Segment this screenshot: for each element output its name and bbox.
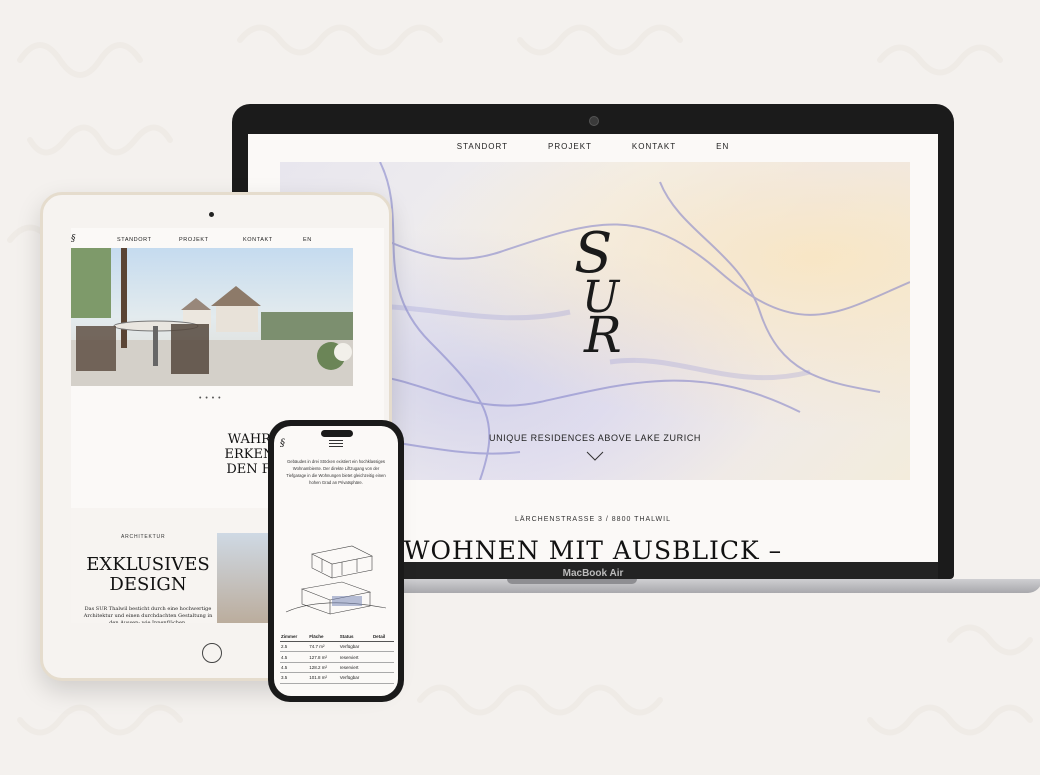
phone-body-text: Gebäudes in drei Stöcken existiert ein h… [286,459,386,485]
nav-language-en[interactable]: EN [303,237,312,243]
cell-status: Verfügbar [338,672,372,684]
cell-detail[interactable] [371,662,394,674]
col-status: Status [338,632,372,642]
nav-kontakt[interactable]: KONTAKT [632,142,676,151]
svg-text:R: R [583,306,622,360]
phone-logo[interactable]: § [280,438,285,449]
phone-notch [321,430,353,437]
tablet-camera [209,212,214,217]
section-title: EXKLUSIVES DESIGN [79,555,217,595]
table-row[interactable]: 2.5 74.7 m² Verfügbar [280,641,394,653]
cell-flaeche: 127.8 m² [308,651,339,663]
section-title-line-1: EXKLUSIVES [86,554,210,575]
chevron-down-icon[interactable] [586,451,604,461]
col-zimmer: Zimmer [280,632,309,642]
phone-screen: § Gebäudes in drei Stöcken existiert ein… [274,426,398,696]
tablet-logo[interactable]: § [71,234,76,244]
cell-zimmer: 4.5 [280,651,309,663]
building-sketch [285,545,387,615]
laptop-nav: STANDORT PROJEKT KONTAKT EN [248,142,938,151]
nav-projekt[interactable]: PROJEKT [179,237,209,243]
cell-flaeche: 101.8 m² [308,672,339,684]
cell-detail[interactable] [371,641,394,653]
apartment-table: Zimmer Fläche Status Detail 2.5 74.7 m² … [280,632,394,684]
section-body: Das SUR Thalwil besticht durch eine hoch… [83,606,213,623]
table-row[interactable]: 4.5 128.2 m² reserviert [280,662,394,674]
sur-logo: S U R [574,221,622,360]
laptop-notch [507,579,637,584]
cell-detail[interactable] [371,651,394,663]
table-row[interactable]: 4.5 127.8 m² reserviert [280,651,394,663]
terrace-illustration [71,248,353,386]
col-flaeche: Fläche [308,632,339,642]
cell-status: reserviert [338,662,372,674]
cell-detail[interactable] [371,672,394,684]
cell-flaeche: 128.2 m² [308,662,339,674]
table-header-row: Zimmer Fläche Status Detail [280,632,394,642]
nav-language-en[interactable]: EN [716,142,729,151]
nav-projekt[interactable]: PROJEKT [548,142,592,151]
nav-standort[interactable]: STANDORT [117,237,152,243]
terrace-photo [71,248,353,386]
home-button[interactable] [202,643,222,663]
cell-zimmer: 3.5 [280,672,309,684]
cell-status: reserviert [338,651,372,663]
cell-zimmer: 4.5 [280,662,309,674]
nav-standort[interactable]: STANDORT [457,142,508,151]
col-detail: Detail [371,632,394,642]
section-label: ARCHITEKTUR [121,534,166,540]
cell-status: Verfügbar [338,641,372,653]
table-row[interactable]: 3.5 101.8 m² Verfügbar [280,672,394,684]
cell-zimmer: 2.5 [280,641,309,653]
nav-kontakt[interactable]: KONTAKT [243,237,273,243]
section-title-line-2: DESIGN [109,574,187,595]
webcam [589,116,599,126]
hamburger-menu-icon[interactable] [329,440,343,447]
cell-flaeche: 74.7 m² [308,641,339,653]
tablet-nav: § STANDORT PROJEKT KONTAKT EN [71,234,384,246]
phone-device: § Gebäudes in drei Stöcken existiert ein… [268,420,404,702]
carousel-dots[interactable]: • • • • [199,395,222,402]
